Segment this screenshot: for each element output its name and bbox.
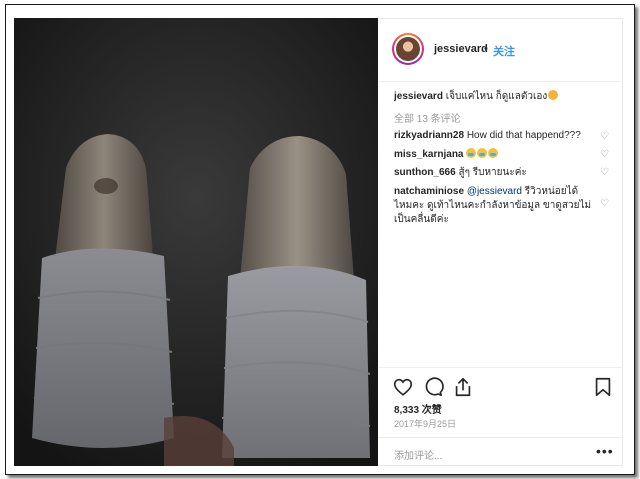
post-side-panel: jessievard • 关注 jessievard เจ็บแค่ไหน ก็… bbox=[378, 18, 623, 466]
comment-mention-link[interactable]: @jessievard bbox=[467, 186, 522, 197]
post-date: 2017年9月25日 bbox=[394, 419, 457, 429]
comment-item: natchaminiose @jessievard รีวิวหน่อยได้ … bbox=[394, 185, 599, 227]
comment-like-heart-icon[interactable]: ♡ bbox=[600, 199, 610, 209]
crying-face-emoji-icon bbox=[466, 148, 477, 158]
follow-button[interactable]: 关注 bbox=[493, 43, 515, 59]
comment-item: miss_karnjana bbox=[394, 148, 599, 162]
comment-text: เป็นคลื่นดีค่ะ bbox=[394, 214, 449, 225]
comment-item: sunthon_666 สู้ๆ รีบหายนะค่ะ bbox=[394, 166, 599, 180]
avatar[interactable] bbox=[392, 33, 424, 65]
comment-icon[interactable] bbox=[422, 376, 444, 398]
caption-username[interactable]: jessievard bbox=[394, 91, 443, 102]
heart-icon[interactable] bbox=[392, 376, 414, 398]
post-photo[interactable] bbox=[14, 18, 378, 466]
comment-username[interactable]: sunthon_666 bbox=[394, 167, 456, 178]
comment-item: rizkyadriann28 How did that happend??? bbox=[394, 129, 599, 143]
add-comment-bar: 添加评论... ••• bbox=[378, 437, 622, 468]
comment-username[interactable]: miss_karnjana bbox=[394, 149, 464, 160]
comment-text: How did that happend??? bbox=[466, 130, 581, 141]
more-options-icon[interactable]: ••• bbox=[596, 443, 614, 459]
comment-username[interactable]: rizkyadriann28 bbox=[394, 130, 464, 141]
comment-like-heart-icon[interactable]: ♡ bbox=[600, 150, 610, 160]
comment-text: สู้ๆ รีบหายนะค่ะ bbox=[458, 167, 527, 178]
post-author-username[interactable]: jessievard bbox=[434, 43, 488, 55]
crying-face-emoji-icon bbox=[488, 148, 499, 158]
post-caption: jessievard เจ็บแค่ไหน ก็ดูแลตัวเอง bbox=[394, 90, 614, 104]
crying-face-emoji-icon bbox=[477, 148, 488, 158]
bookmark-icon[interactable] bbox=[592, 376, 614, 398]
view-all-comments-link[interactable]: 全部 13 条评论 bbox=[394, 110, 461, 125]
post-header: jessievard • 关注 bbox=[378, 19, 622, 82]
share-icon[interactable] bbox=[452, 376, 474, 398]
follow-separator: • bbox=[484, 43, 488, 55]
like-count[interactable]: 8,333 次赞 bbox=[394, 401, 442, 416]
comment-text: ไหมคะ ดูเท้าไหนคะกำลังหาข้อมูล ขาดูสวยไม… bbox=[394, 200, 592, 211]
post-photo-image bbox=[14, 18, 378, 466]
screenshot-frame: jessievard • 关注 jessievard เจ็บแค่ไหน ก็… bbox=[5, 4, 635, 475]
comment-text: รีวิวหน่อยได้ bbox=[521, 186, 579, 197]
comment-like-heart-icon[interactable]: ♡ bbox=[600, 132, 610, 142]
sad-face-emoji-icon bbox=[548, 90, 559, 100]
comment-like-heart-icon[interactable]: ♡ bbox=[600, 168, 610, 178]
add-comment-input[interactable]: 添加评论... bbox=[394, 447, 442, 462]
caption-text: เจ็บแค่ไหน ก็ดูแลตัวเอง bbox=[445, 91, 548, 102]
comment-username[interactable]: natchaminiose bbox=[394, 186, 464, 197]
